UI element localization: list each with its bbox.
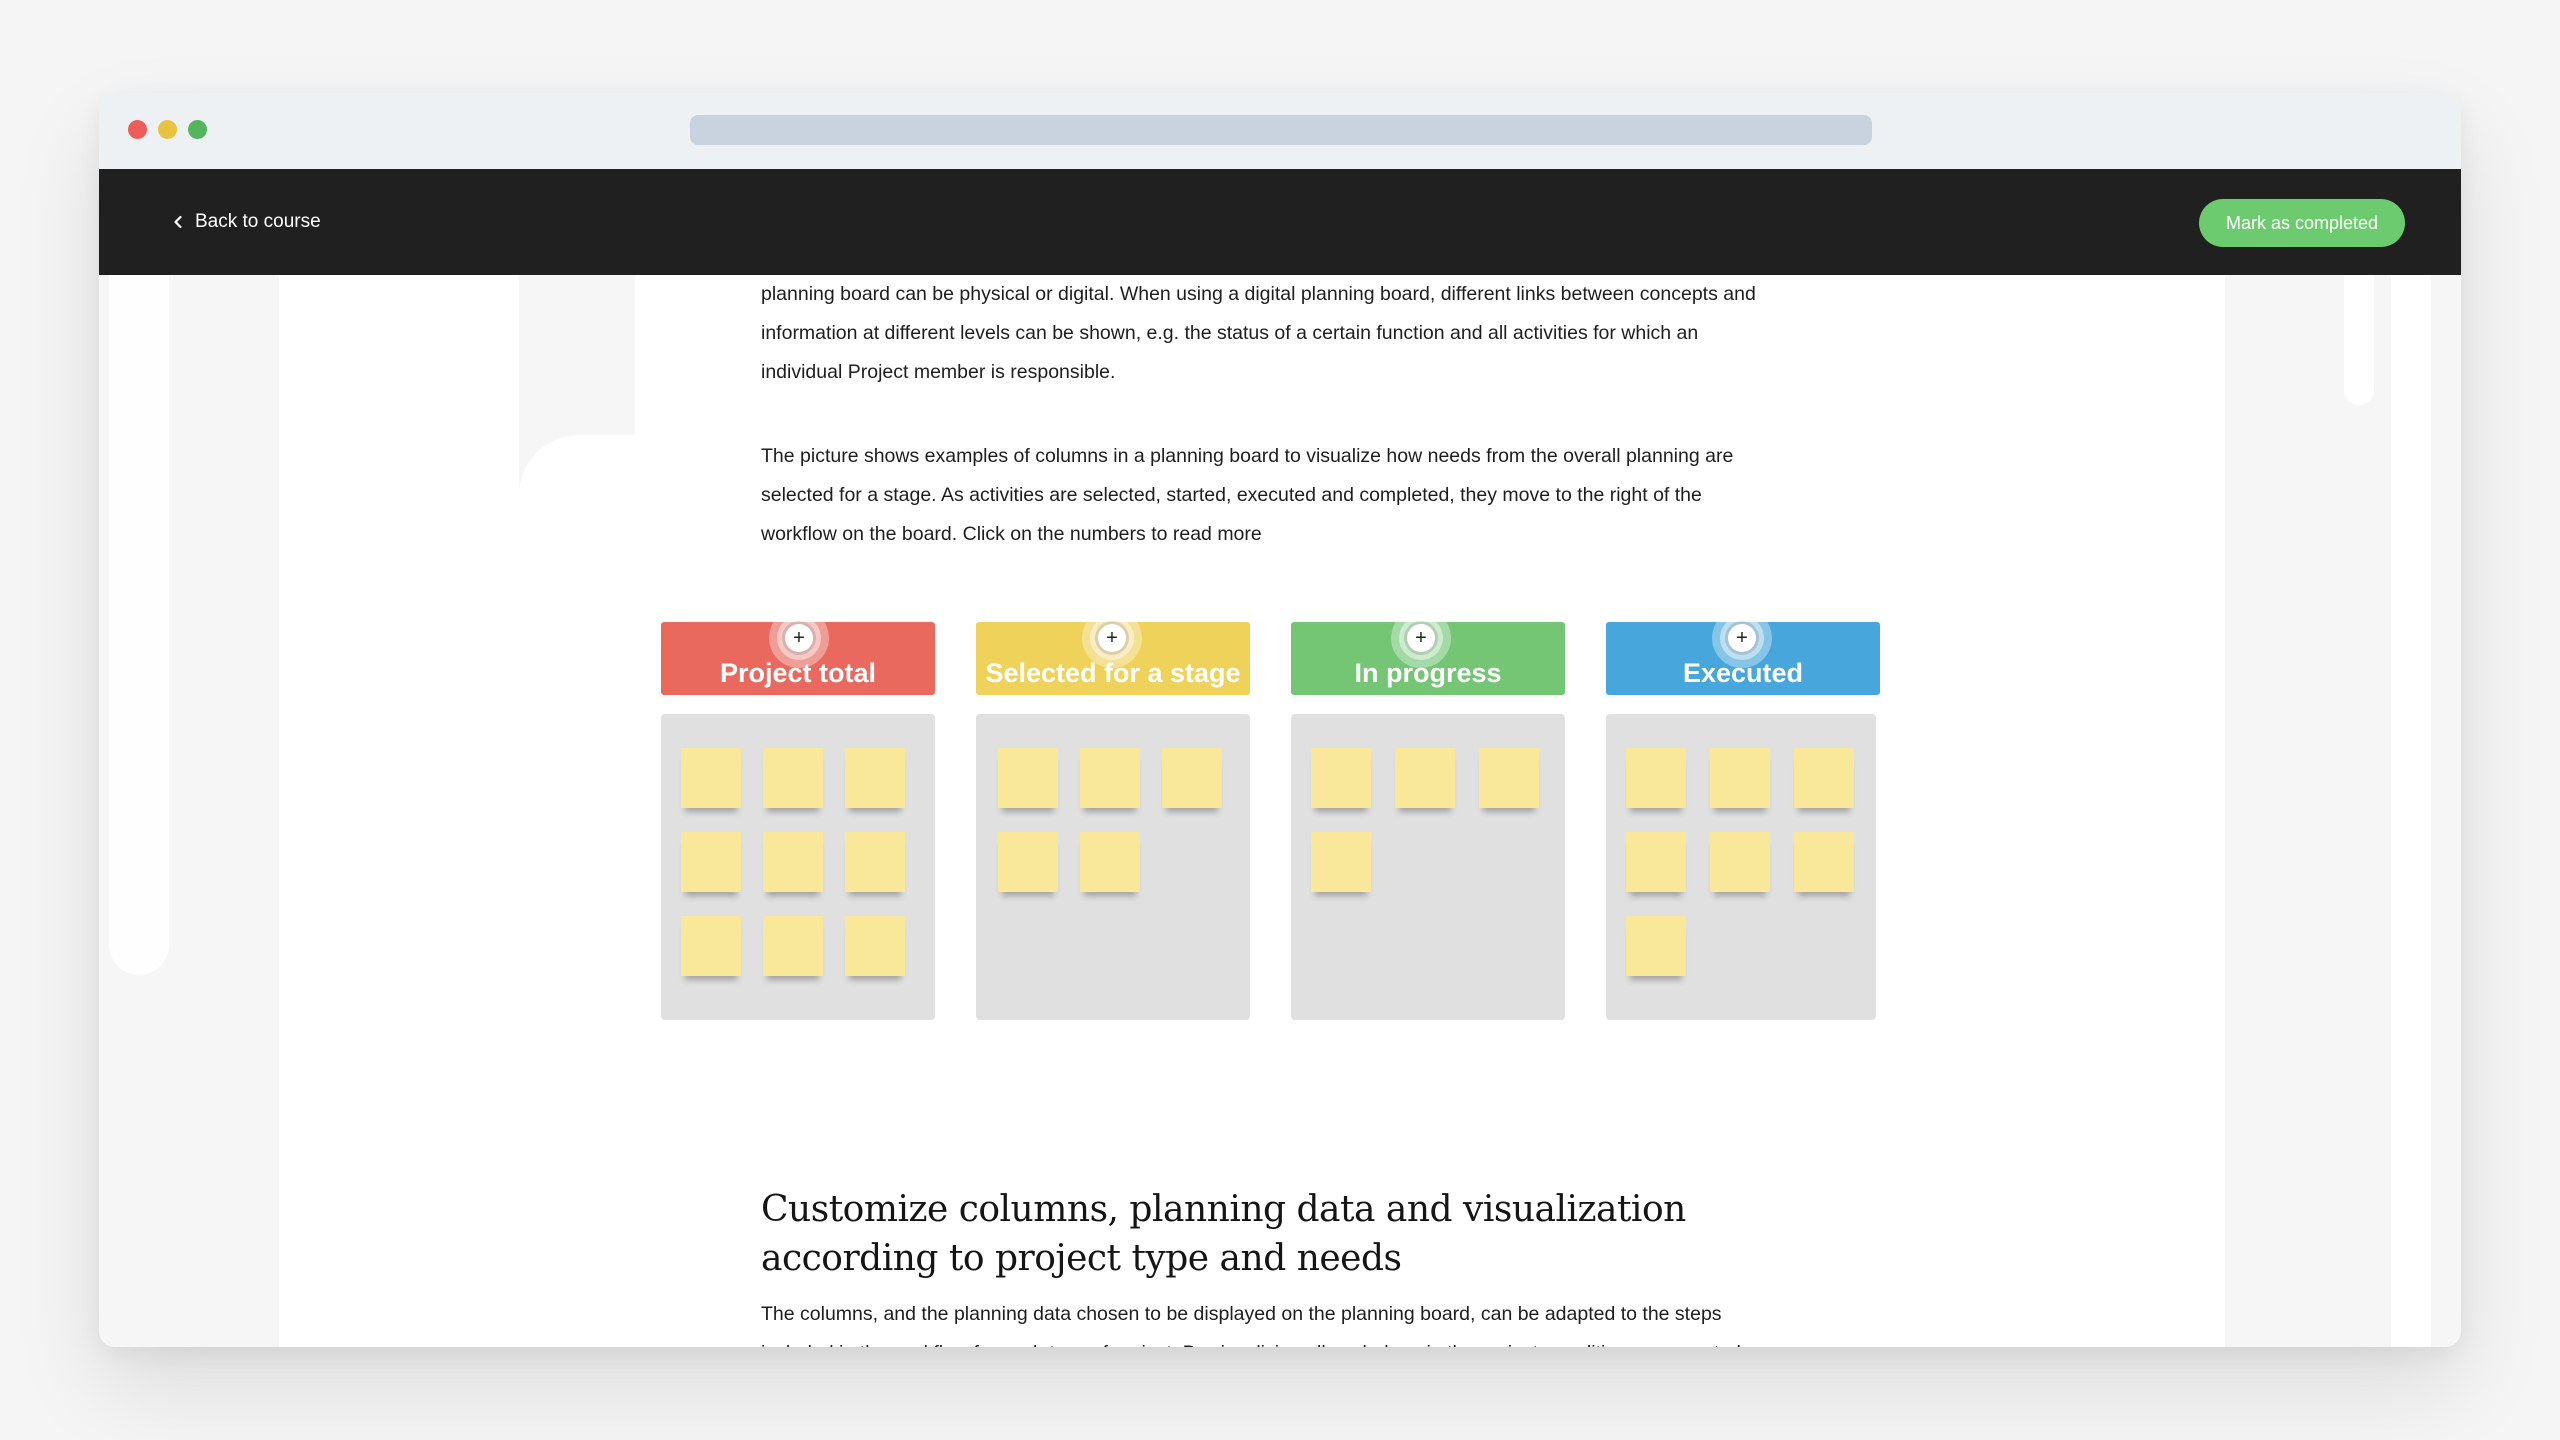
info-hotspot-button[interactable]: + <box>769 608 829 668</box>
sticky-note <box>1710 832 1770 892</box>
body-paragraph: The picture shows examples of columns in… <box>761 445 1734 545</box>
sticky-note <box>1080 748 1140 808</box>
sticky-note <box>1162 748 1222 808</box>
back-to-course-label: Back to course <box>195 211 321 232</box>
maximize-window-dot[interactable] <box>188 120 207 139</box>
browser-chrome <box>99 93 2461 169</box>
background-shape <box>279 275 519 1347</box>
sticky-note <box>763 748 823 808</box>
column-body <box>1606 714 1876 1020</box>
sticky-note <box>681 832 741 892</box>
sticky-note <box>1794 748 1854 808</box>
sticky-note <box>1080 832 1140 892</box>
background-shape <box>2391 275 2431 1347</box>
sticky-note <box>1626 748 1686 808</box>
plus-icon: + <box>1407 624 1435 652</box>
background-shape <box>109 275 169 975</box>
browser-window: Back to course Mark as completed plannin… <box>99 93 2461 1347</box>
sticky-note <box>845 916 905 976</box>
sticky-note <box>1311 748 1371 808</box>
plus-icon: + <box>1098 624 1126 652</box>
course-top-nav: Back to course Mark as completed <box>99 169 2461 275</box>
mark-as-completed-button[interactable]: Mark as completed <box>2199 199 2405 247</box>
chevron-left-icon <box>174 215 182 229</box>
column-body <box>661 714 935 1020</box>
sticky-note <box>1479 748 1539 808</box>
close-window-dot[interactable] <box>128 120 147 139</box>
sticky-note <box>845 748 905 808</box>
sticky-note <box>763 916 823 976</box>
sticky-note <box>845 832 905 892</box>
sticky-note <box>1395 748 1455 808</box>
section-heading: Customize columns, planning data and vis… <box>761 1189 1686 1279</box>
background-shape <box>2344 275 2374 405</box>
column-body <box>976 714 1250 1020</box>
sticky-note <box>998 832 1058 892</box>
info-hotspot-button[interactable]: + <box>1391 608 1451 668</box>
sticky-note <box>1311 832 1371 892</box>
plus-icon: + <box>1728 624 1756 652</box>
column-body <box>1291 714 1565 1020</box>
back-to-course-link[interactable]: Back to course <box>171 205 321 239</box>
sticky-note <box>681 748 741 808</box>
body-paragraph: planning board can be physical or digita… <box>761 283 1756 383</box>
body-paragraph: The columns, and the planning data chose… <box>761 1303 1741 1347</box>
sticky-note <box>681 916 741 976</box>
minimize-window-dot[interactable] <box>158 120 177 139</box>
background-shape <box>519 435 639 1347</box>
sticky-note <box>1794 832 1854 892</box>
address-bar[interactable] <box>690 115 1872 145</box>
sticky-note <box>1626 916 1686 976</box>
info-hotspot-button[interactable]: + <box>1082 608 1142 668</box>
sticky-note <box>763 832 823 892</box>
sticky-note <box>998 748 1058 808</box>
sticky-note <box>1626 832 1686 892</box>
info-hotspot-button[interactable]: + <box>1712 608 1772 668</box>
plus-icon: + <box>785 624 813 652</box>
planning-board: Project total + Selected for a stage + I… <box>661 608 1881 1042</box>
sticky-note <box>1710 748 1770 808</box>
background-shape <box>1975 275 2225 1347</box>
lesson-content: planning board can be physical or digita… <box>99 275 2461 1347</box>
